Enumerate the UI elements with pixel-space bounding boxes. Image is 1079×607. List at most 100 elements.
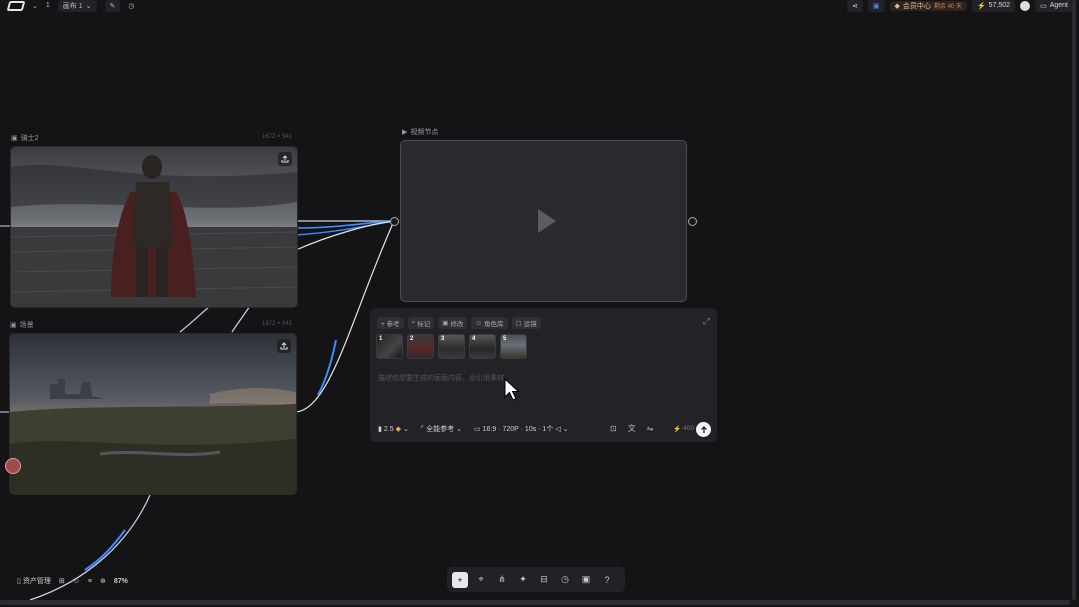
cursor-icon[interactable]: ⌖ bbox=[473, 572, 489, 588]
knight-node-title[interactable]: ▣ 骑士2 bbox=[11, 133, 39, 143]
chart-icon: ▮ bbox=[378, 426, 382, 433]
cost-display: ⚡ 400 bbox=[673, 425, 694, 433]
scene-node-size: 1672 × 941 bbox=[262, 321, 293, 327]
image-icon[interactable]: ▣ bbox=[578, 572, 594, 588]
character-library-chip[interactable]: ☺ 角色库 bbox=[471, 317, 508, 329]
member-badge: 剩余 40 天 bbox=[933, 4, 962, 10]
layout-icon[interactable]: ▣ bbox=[867, 0, 885, 12]
prompt-input[interactable]: 描述你想要生成的画面内容，@引用素材 bbox=[378, 373, 504, 383]
zoom-level[interactable]: 87% bbox=[114, 578, 128, 585]
image-edit-icon[interactable]: ⊡ bbox=[610, 424, 617, 433]
scene-node-title-text: 场景 bbox=[19, 322, 34, 329]
video-icon: ▶ bbox=[402, 129, 408, 136]
arrow-up-icon bbox=[700, 425, 707, 433]
video-node-title-text: 视频节点 bbox=[410, 129, 439, 136]
edit-chip[interactable]: ▣ 修改 bbox=[438, 317, 468, 329]
reference-thumb[interactable]: 4 bbox=[469, 334, 496, 359]
speaker-icon: ◁ bbox=[555, 426, 561, 433]
chevron-down-icon: ⌄ bbox=[456, 426, 463, 433]
member-center-label: 会员中心 bbox=[902, 2, 931, 10]
assets-button[interactable]: ▯ 资产管理 bbox=[17, 576, 51, 586]
help-icon[interactable]: ? bbox=[599, 572, 615, 588]
chat-icon: ▭ bbox=[1040, 2, 1047, 10]
image-icon: ▣ bbox=[11, 135, 18, 142]
diamond-icon: ◆ bbox=[894, 2, 900, 10]
reference-thumb[interactable]: 2 bbox=[407, 334, 434, 359]
app-logo[interactable] bbox=[6, 0, 26, 11]
people-icon[interactable]: ☺ bbox=[73, 578, 80, 585]
reference-thumbs: 1 2 3 4 5 bbox=[376, 334, 527, 359]
share-icon[interactable] bbox=[277, 339, 291, 353]
add-icon[interactable]: + bbox=[452, 571, 468, 588]
scene-node-title[interactable]: ▣ 场景 bbox=[10, 320, 34, 330]
chevron-down-icon: ⌄ bbox=[562, 426, 569, 433]
layers-icon[interactable]: ≡ bbox=[88, 578, 92, 585]
member-center-button[interactable]: ◆ 会员中心 剩余 40 天 bbox=[889, 0, 967, 11]
aspect-icon: ▭ bbox=[474, 426, 481, 433]
video-settings-selector[interactable]: ▭ 16:9 · 720P · 10s · 1个 ◁ ⌄ bbox=[474, 424, 569, 434]
reference-thumb[interactable]: 1 bbox=[376, 334, 403, 359]
connect-icon[interactable]: ⋔ bbox=[494, 572, 510, 588]
knight-image bbox=[11, 147, 297, 307]
user-icon: ☺ bbox=[475, 319, 483, 327]
translate-icon[interactable]: 文 bbox=[628, 423, 636, 434]
reference-mode-selector[interactable]: ⌜ 全能参考 ⌄ bbox=[421, 424, 462, 434]
settings-toggle-icon[interactable]: ⇋ bbox=[647, 424, 654, 433]
model-selector[interactable]: ▮ 2.5 ◆ ⌄ bbox=[378, 425, 409, 434]
video-node[interactable] bbox=[400, 140, 687, 302]
panel-actions: ⊡ 文 ⇋ bbox=[610, 423, 653, 434]
sidebar-icon: ▯ bbox=[17, 578, 21, 585]
topbar-right: ⋖ ▣ ◆ 会员中心 剩余 40 天 ⚡ 57,502 ▭ Agent bbox=[847, 0, 1073, 12]
chip-row: + 参考 ⌕ 标记 ▣ 修改 ☺ 角色库 ▢ 运镜 bbox=[377, 317, 541, 329]
canvas-selector[interactable]: 画布 1 ⌄ bbox=[57, 0, 97, 12]
video-input-port[interactable] bbox=[390, 217, 399, 226]
send-button[interactable] bbox=[696, 422, 711, 437]
add-reference-chip[interactable]: + 参考 bbox=[377, 317, 404, 329]
video-node-title[interactable]: ▶ 视频节点 bbox=[402, 127, 438, 137]
chevron-down-icon: ⌄ bbox=[402, 426, 409, 433]
chevron-down-icon: ⌄ bbox=[85, 2, 92, 10]
topbar-left: ⌄ 1 画布 1 ⌄ ✎ ◷ bbox=[6, 0, 134, 12]
credits-button[interactable]: ⚡ 57,502 bbox=[971, 0, 1016, 12]
horizontal-scrollbar[interactable] bbox=[0, 600, 1070, 605]
car-icon[interactable]: ⊟ bbox=[536, 572, 552, 588]
crop-icon: ⌜ bbox=[420, 426, 425, 433]
history-icon[interactable]: ◷ bbox=[557, 572, 573, 588]
camera-move-chip[interactable]: ▢ 运镜 bbox=[511, 317, 541, 329]
bottom-toolbar: + ⌖ ⋔ ✦ ⊟ ◷ ▣ ? bbox=[447, 567, 625, 592]
project-number[interactable]: 1 bbox=[46, 2, 50, 9]
grid-icon[interactable]: ⊞ bbox=[59, 577, 65, 585]
credits-value: 57,502 bbox=[988, 2, 1011, 9]
mouse-cursor bbox=[504, 378, 520, 401]
zoom-icon[interactable]: ⊕ bbox=[100, 577, 106, 585]
options-row: ▮ 2.5 ◆ ⌄ ⌜ 全能参考 ⌄ ▭ 16:9 · 720P · 10s ·… bbox=[378, 424, 569, 434]
share-icon[interactable]: ⋖ bbox=[847, 0, 863, 12]
avatar[interactable] bbox=[1020, 0, 1031, 11]
bottom-left-bar: ▯ 资产管理 ⊞ ☺ ≡ ⊕ 87% bbox=[17, 576, 128, 586]
lightning-icon: ⚡ bbox=[673, 426, 682, 433]
agent-button[interactable]: ▭ Agent bbox=[1035, 0, 1073, 12]
prompt-panel: + 参考 ⌕ 标记 ▣ 修改 ☺ 角色库 ▢ 运镜 ⤢ 1 2 3 4 5 描述你想要生… bbox=[370, 308, 717, 442]
play-icon[interactable] bbox=[538, 209, 556, 233]
info-icon[interactable]: ◷ bbox=[128, 2, 134, 10]
diamond-icon: ◆ bbox=[395, 426, 401, 433]
knight-image-node[interactable] bbox=[10, 146, 298, 308]
knight-node-size: 1672 × 941 bbox=[262, 134, 293, 140]
expand-icon[interactable]: ⤢ bbox=[703, 316, 710, 327]
vertical-scrollbar[interactable] bbox=[1072, 0, 1076, 600]
search-icon: ⌕ bbox=[411, 319, 416, 326]
image-icon: ▣ bbox=[10, 322, 17, 329]
share-icon[interactable] bbox=[278, 152, 292, 166]
mark-chip[interactable]: ⌕ 标记 bbox=[407, 317, 435, 329]
magic-icon[interactable]: ✎ bbox=[104, 0, 121, 12]
agent-label: Agent bbox=[1049, 2, 1068, 9]
reference-thumb[interactable]: 5 bbox=[500, 334, 527, 359]
ai-icon[interactable]: ✦ bbox=[515, 572, 531, 588]
video-output-port[interactable] bbox=[688, 217, 697, 226]
collaborator-avatar[interactable] bbox=[5, 458, 21, 474]
chevron-down-icon[interactable]: ⌄ bbox=[32, 2, 38, 10]
reference-thumb[interactable]: 3 bbox=[438, 334, 465, 359]
scene-image-node[interactable] bbox=[9, 333, 297, 495]
camera-icon: ▢ bbox=[515, 320, 522, 327]
scene-image bbox=[10, 334, 296, 494]
